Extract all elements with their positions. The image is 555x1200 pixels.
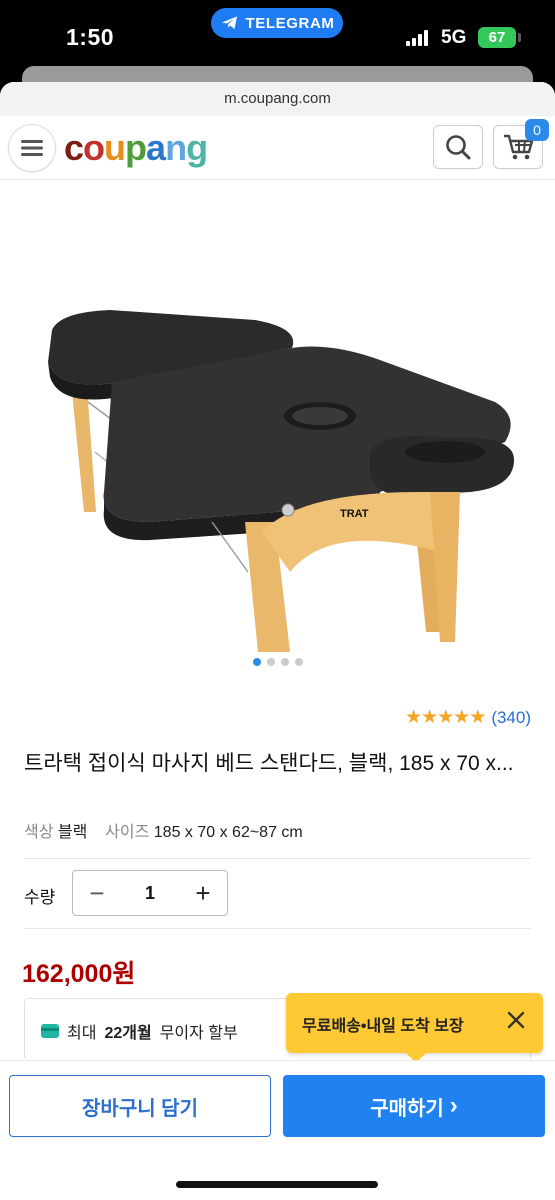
chevron-right-icon: › <box>449 1092 458 1119</box>
buy-now-label: 구매하기 <box>370 1097 444 1120</box>
gallery-dot[interactable] <box>266 658 275 666</box>
divider <box>24 928 531 929</box>
installment-prefix: 최대 <box>67 1025 97 1042</box>
card-icon <box>41 1024 59 1038</box>
quantity-value[interactable]: 1 <box>145 883 155 904</box>
price: 162,000원 <box>22 960 136 988</box>
browser-sheet: m.coupang.com coupang 0 TRAT ★★★★★ (340)… <box>0 82 555 1200</box>
gallery-dots[interactable] <box>0 658 555 666</box>
signal-icon <box>406 30 428 46</box>
close-icon[interactable] <box>505 1009 527 1031</box>
quantity-minus-button[interactable]: − <box>85 880 109 906</box>
battery-cap <box>518 33 521 42</box>
buy-now-button[interactable]: 구매하기 › <box>283 1075 545 1137</box>
quantity-plus-button[interactable]: + <box>191 880 215 906</box>
option-size-key: 사이즈 <box>105 824 150 841</box>
home-indicator <box>176 1181 378 1188</box>
telegram-label: TELEGRAM <box>245 14 335 32</box>
product-image[interactable]: TRAT <box>0 192 555 652</box>
option-color-key: 색상 <box>24 824 54 841</box>
option-color-value: 블랙 <box>57 824 88 841</box>
divider <box>24 858 531 859</box>
site-header: coupang 0 <box>0 116 555 180</box>
gallery-dot[interactable] <box>252 658 261 666</box>
status-bar: 1:50 TELEGRAM 5G 67 <box>0 0 555 70</box>
gallery-dot[interactable] <box>294 658 303 666</box>
url-bar[interactable]: m.coupang.com <box>0 82 555 116</box>
coupang-logo[interactable]: coupang <box>64 128 208 168</box>
product-title: 트라택 접이식 마사지 베드 스탠다드, 블랙, 185 x 70 x... <box>24 752 514 775</box>
bottom-action-bar: 장바구니 담기 구매하기 › <box>0 1060 555 1200</box>
search-icon <box>446 135 471 160</box>
installment-months: 22개월 <box>104 1025 152 1042</box>
battery-icon: 67 <box>478 27 516 48</box>
hamburger-icon <box>21 140 43 156</box>
gallery-dot[interactable] <box>280 658 289 666</box>
search-button[interactable] <box>433 125 483 169</box>
delivery-tooltip-text: 무료배송•내일 도착 보장 <box>302 1018 464 1035</box>
network-label: 5G <box>441 27 467 48</box>
star-rating-icon: ★★★★★ <box>405 707 486 728</box>
menu-button[interactable] <box>8 124 56 172</box>
quantity-label: 수량 <box>24 888 56 907</box>
battery-level: 67 <box>488 29 506 46</box>
telegram-pill[interactable]: TELEGRAM <box>211 8 343 38</box>
installment-text: 최대 22개월 무이자 할부 <box>41 1019 238 1043</box>
svg-text:TRAT: TRAT <box>340 508 369 520</box>
status-time: 1:50 <box>66 24 115 50</box>
product-options: 색상 블랙 사이즈 185 x 70 x 62~87 cm <box>24 818 303 842</box>
delivery-tooltip: 무료배송•내일 도착 보장 <box>286 993 543 1063</box>
cart-count-badge: 0 <box>525 119 549 141</box>
telegram-icon <box>221 16 237 29</box>
review-count[interactable]: (340) <box>491 708 531 728</box>
rating[interactable]: ★★★★★ (340) <box>405 706 531 729</box>
add-to-cart-button[interactable]: 장바구니 담기 <box>9 1075 271 1137</box>
quantity-stepper[interactable]: − 1 + <box>72 870 228 916</box>
option-size-value: 185 x 70 x 62~87 cm <box>153 824 303 841</box>
installment-suffix: 무이자 할부 <box>159 1025 238 1042</box>
